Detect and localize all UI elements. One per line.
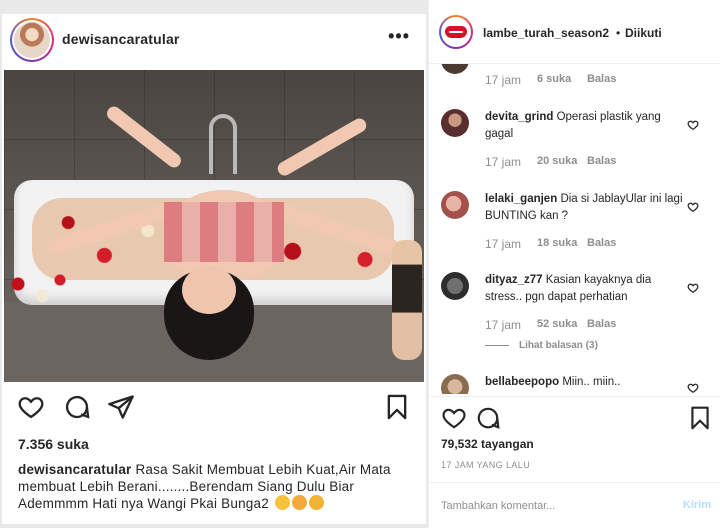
avatar[interactable] (10, 18, 54, 62)
comment-meta: 17 jam 6 suka Balas (485, 73, 616, 87)
comment-username[interactable]: lelaki_ganjen (485, 193, 557, 205)
comment-text: bellabeepopo Miin.. miin.. (485, 374, 683, 391)
view-replies-button[interactable]: Lihat balasan (3) (485, 340, 598, 351)
heart-outline-icon[interactable] (687, 118, 699, 130)
comment-text: devita_grind Operasi plastik yang gagal (485, 109, 683, 143)
post-photo (4, 70, 424, 382)
comment-time[interactable]: 17 jam (485, 237, 537, 251)
comment-likes[interactable]: 6 suka (537, 73, 587, 87)
follow-button[interactable]: Diikuti (625, 26, 662, 40)
heart-outline-icon[interactable] (687, 381, 699, 393)
comment-icon[interactable] (62, 392, 92, 422)
post-caption: dewisancaratular Rasa Sakit Membuat Lebi… (18, 461, 414, 512)
emoji-icon (274, 495, 290, 510)
comment-likes[interactable]: 52 suka (537, 318, 587, 332)
avatar[interactable] (441, 374, 469, 394)
comment-form: Kirim (429, 482, 720, 528)
left-post-frame: dewisancaratular ••• 7.356 suka dewisanc… (0, 0, 428, 528)
comment-meta: 17 jam 20 suka Balas (485, 155, 616, 169)
share-icon[interactable] (106, 392, 136, 422)
post-date[interactable]: 17 JAM YANG LALU (441, 460, 530, 470)
comment-meta: 17 jam 18 suka Balas (485, 237, 616, 251)
more-options-icon[interactable]: ••• (388, 26, 410, 47)
comment-input[interactable] (441, 497, 661, 515)
reply-button[interactable]: Balas (587, 155, 616, 169)
comment-likes[interactable]: 18 suka (537, 237, 587, 251)
post-header: dewisancaratular ••• (2, 14, 426, 70)
doll (392, 240, 422, 360)
bookmark-icon[interactable] (382, 392, 412, 422)
panel-header: lambe_turah_season2 • Diikuti (429, 0, 720, 64)
avatar[interactable] (441, 64, 469, 74)
comment-username[interactable]: dityaz_z77 (485, 274, 543, 286)
comment-time[interactable]: 17 jam (485, 73, 537, 87)
left-post-card: dewisancaratular ••• 7.356 suka dewisanc… (2, 14, 426, 524)
censor-blur (164, 202, 284, 262)
heart-outline-icon[interactable] (441, 405, 467, 431)
comment-time[interactable]: 17 jam (485, 318, 537, 332)
lips-logo-icon (445, 26, 467, 38)
comment-icon[interactable] (475, 405, 501, 431)
reply-button[interactable]: Balas (587, 73, 616, 87)
comment-time[interactable]: 17 jam (485, 155, 537, 169)
avatar[interactable] (441, 272, 469, 300)
reply-button[interactable]: Balas (587, 318, 616, 332)
heart-outline-icon[interactable] (687, 200, 699, 212)
reply-button[interactable]: Balas (587, 237, 616, 251)
emoji-icon (291, 495, 307, 510)
avatar[interactable] (441, 191, 469, 219)
avatar[interactable] (439, 15, 473, 49)
comment-likes[interactable]: 20 suka (537, 155, 587, 169)
comment-meta: 17 jam 52 suka Balas (485, 318, 616, 332)
comment-list[interactable]: 17 jam 6 suka Balas devita_grind Operasi… (429, 64, 720, 394)
post-username[interactable]: dewisancaratular (62, 31, 180, 47)
heart-outline-icon[interactable] (687, 281, 699, 293)
comment-text: lelaki_ganjen Dia si JablayUlar ini lagi… (485, 191, 683, 225)
caption-username[interactable]: dewisancaratular (18, 462, 132, 477)
heart-outline-icon[interactable] (16, 392, 46, 422)
panel-username[interactable]: lambe_turah_season2 (483, 26, 609, 40)
comment-username[interactable]: bellabeepopo (485, 376, 559, 388)
panel-actions (429, 396, 720, 440)
faucet (209, 114, 237, 174)
comment-body: Miin.. miin.. (562, 376, 621, 388)
send-button[interactable]: Kirim (683, 499, 711, 511)
view-count[interactable]: 79,532 tayangan (441, 437, 534, 451)
comment-username[interactable]: devita_grind (485, 111, 553, 123)
separator-dot: • (616, 26, 621, 40)
bookmark-icon[interactable] (687, 405, 713, 431)
comment-text: dityaz_z77 Kasian kayaknya dia stress.. … (485, 272, 683, 306)
view-replies-label: Lihat balasan (3) (519, 340, 598, 351)
emoji-icon (308, 495, 324, 510)
avatar[interactable] (441, 109, 469, 137)
comments-panel: lambe_turah_season2 • Diikuti 17 jam 6 s… (428, 0, 720, 528)
post-actions (2, 392, 426, 432)
like-count[interactable]: 7.356 suka (18, 436, 89, 452)
